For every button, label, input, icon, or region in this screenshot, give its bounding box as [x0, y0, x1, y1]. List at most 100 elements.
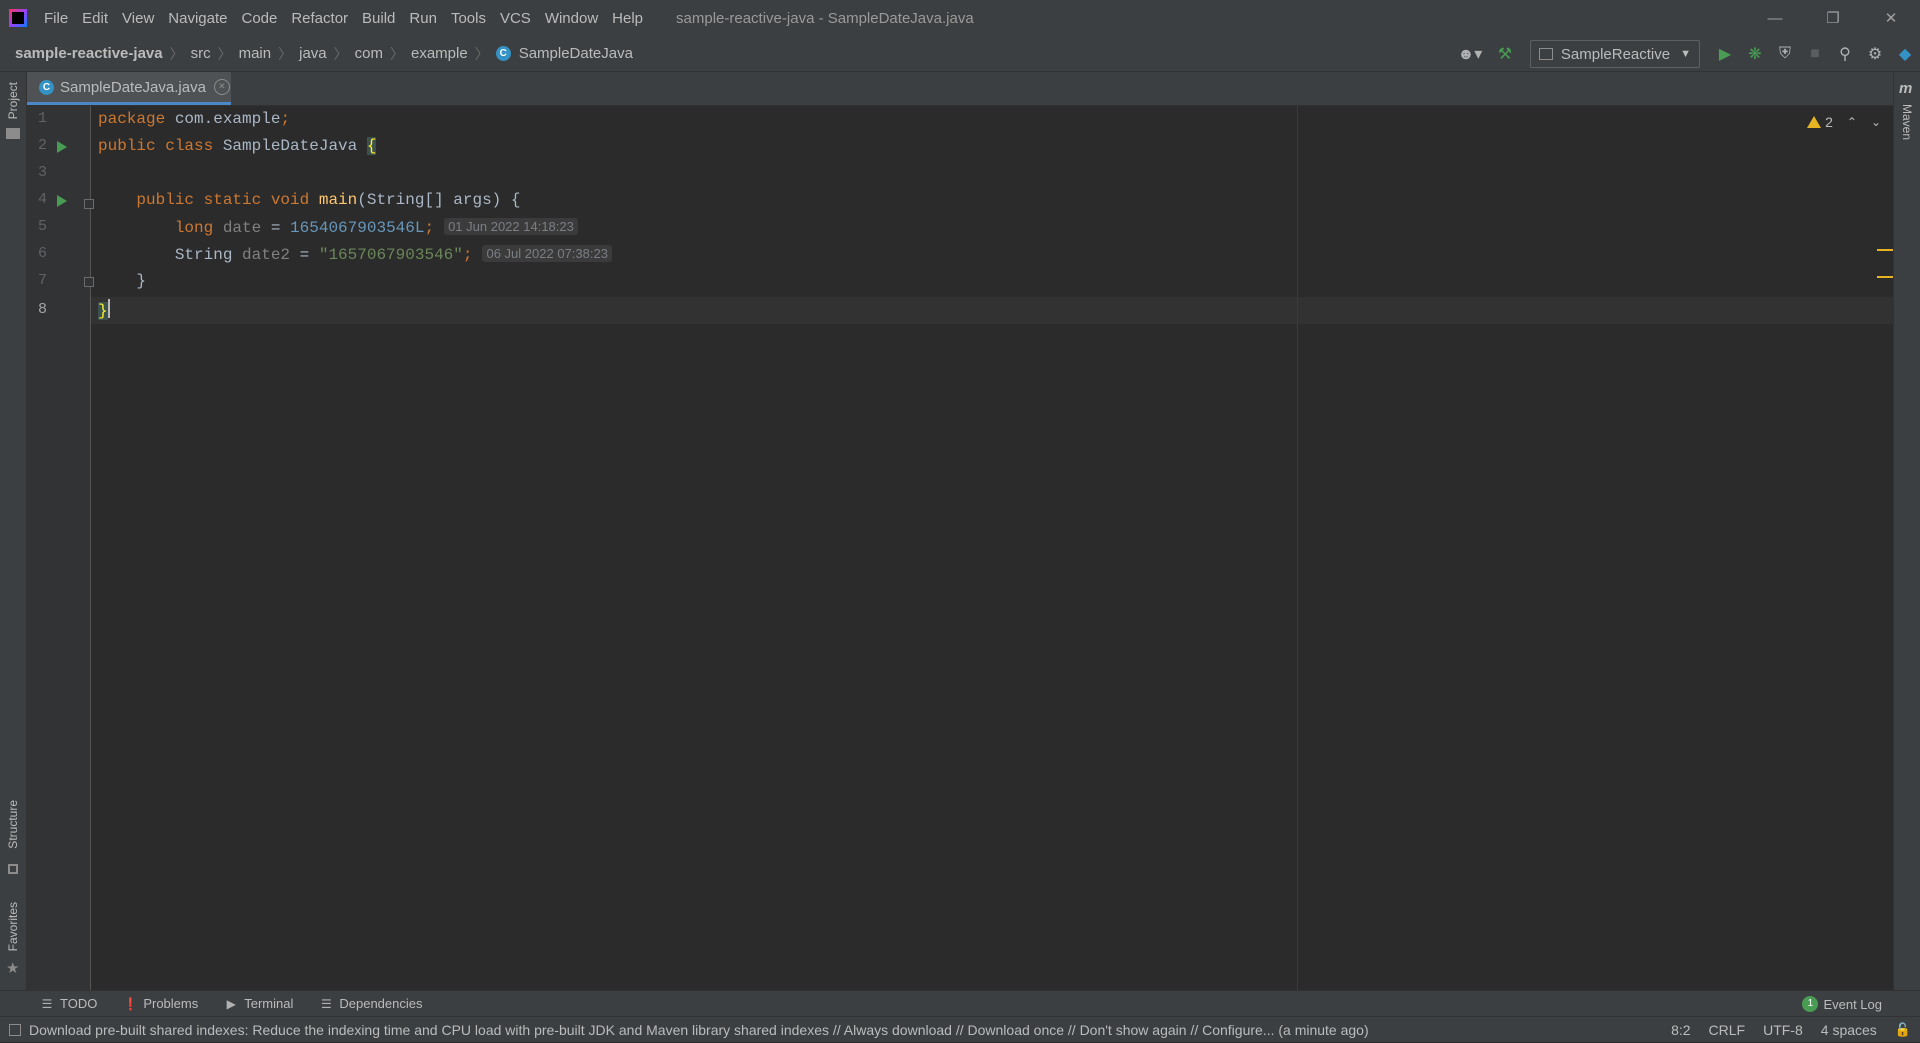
breadcrumb-separator-icon: 〉	[217, 45, 232, 62]
search-icon[interactable]: ⚲	[1830, 39, 1860, 69]
maven-tool-tab[interactable]: Maven	[1900, 104, 1914, 140]
user-vcs-icon[interactable]: ☻▾	[1450, 39, 1490, 69]
menu-vcs[interactable]: VCS	[493, 10, 538, 27]
intellij-logo-icon[interactable]	[9, 9, 27, 27]
problems-tool-tab[interactable]: ❗ Problems	[123, 996, 198, 1011]
gutter-divider	[90, 106, 91, 990]
breadcrumb-separator-icon: 〉	[169, 45, 184, 62]
run-configuration-select[interactable]: SampleReactive ▼	[1529, 40, 1700, 68]
menu-tools[interactable]: Tools	[444, 10, 493, 27]
menu-help[interactable]: Help	[605, 10, 650, 27]
type-name: String	[174, 246, 233, 264]
lock-icon[interactable]: 🔓	[1886, 1022, 1920, 1038]
text-caret	[107, 299, 110, 318]
event-log-button[interactable]: 1 Event Log	[1802, 991, 1882, 1017]
favorites-star-icon[interactable]: ★	[6, 959, 19, 977]
structure-tool-tab[interactable]: Structure	[6, 800, 20, 849]
terminal-label: Terminal	[244, 996, 294, 1011]
matched-brace: {	[366, 137, 377, 155]
warning-icon	[1807, 116, 1822, 128]
caret-position[interactable]: 8:2	[1662, 1022, 1699, 1038]
todo-tool-tab[interactable]: ☰ TODO	[40, 996, 98, 1011]
menu-refactor[interactable]: Refactor	[284, 10, 355, 27]
breadcrumb-java[interactable]: java	[295, 45, 331, 62]
project-folder-icon[interactable]	[6, 128, 20, 139]
next-highlight-icon[interactable]: ⌄	[1871, 115, 1881, 129]
inspection-widget[interactable]: 2 ⌃ ⌄	[1807, 114, 1881, 130]
menu-run[interactable]: Run	[402, 10, 444, 27]
class-name: SampleDateJava	[213, 137, 367, 155]
java-class-icon: C	[39, 79, 54, 95]
package-name: com.example	[165, 110, 281, 128]
maven-icon[interactable]: m	[1899, 80, 1912, 97]
run-class-gutter-icon[interactable]	[57, 141, 67, 153]
debug-bug-icon[interactable]: ❋	[1740, 39, 1770, 69]
run-icon[interactable]: ▶	[1710, 39, 1740, 69]
minimize-icon[interactable]: —	[1746, 0, 1804, 36]
chevron-down-icon: ▼	[1680, 48, 1691, 60]
code-line-7: }	[98, 272, 147, 290]
left-tool-strip: Project Structure Favorites ★	[0, 72, 27, 990]
breadcrumb-project[interactable]: sample-reactive-java	[0, 45, 167, 62]
dependencies-tool-tab[interactable]: ☰ Dependencies	[319, 996, 423, 1011]
close-window-icon[interactable]: ✕	[1862, 0, 1920, 36]
coverage-icon[interactable]: ⛨	[1770, 39, 1800, 69]
breadcrumb-example[interactable]: example	[407, 45, 472, 62]
line-separator[interactable]: CRLF	[1700, 1022, 1755, 1038]
breadcrumb-separator-icon: 〉	[474, 45, 489, 62]
breadcrumb-separator-icon: 〉	[389, 45, 404, 62]
project-tool-tab[interactable]: Project	[6, 82, 20, 119]
list-icon: ☰	[41, 996, 53, 1011]
indent-setting[interactable]: 4 spaces	[1812, 1022, 1886, 1038]
menu-navigate[interactable]: Navigate	[161, 10, 234, 27]
close-tab-icon[interactable]: ✕	[213, 79, 230, 95]
code-line-5: long date = 1654067903546L; 01 Jun 2022 1…	[98, 218, 578, 237]
breadcrumb-file[interactable]: SampleDateJava	[515, 45, 637, 62]
breadcrumb-main[interactable]: main	[235, 45, 276, 62]
line-number: 3	[37, 164, 47, 181]
semicolon: ;	[280, 110, 291, 128]
status-message[interactable]: Download pre-built shared indexes: Reduc…	[29, 1022, 1369, 1038]
main-toolbar: ☻▾ ⚒ SampleReactive ▼ ▶ ❋ ⛨ ■ ⚲ ⚙ ◆	[1450, 36, 1920, 72]
problems-icon: ❗	[123, 996, 139, 1011]
code-line-4: public static void main(String[] args) {	[98, 191, 520, 209]
previous-highlight-icon[interactable]: ⌃	[1847, 115, 1857, 129]
breadcrumb-src[interactable]: src	[187, 45, 215, 62]
editor-tab-bar: C SampleDateJava.java ✕	[27, 72, 1893, 106]
status-bar: Download pre-built shared indexes: Reduc…	[0, 1016, 1920, 1042]
fold-close-icon[interactable]	[84, 277, 94, 287]
code-editor[interactable]: 1 2 3 4 5 6 7 8 package com.example; pub…	[27, 106, 1893, 990]
structure-icon[interactable]	[8, 864, 18, 874]
run-main-gutter-icon[interactable]	[57, 195, 67, 207]
warning-stripe-mark[interactable]	[1877, 249, 1893, 251]
warning-stripe-mark[interactable]	[1877, 276, 1893, 278]
warning-count: 2	[1825, 114, 1833, 130]
java-class-icon: C	[495, 46, 511, 61]
line-number: 8	[37, 301, 47, 318]
tab-sampledatejava[interactable]: C SampleDateJava.java ✕	[27, 72, 231, 105]
date-inlay-hint: 06 Jul 2022 07:38:23	[482, 245, 612, 262]
menu-window[interactable]: Window	[538, 10, 605, 27]
toggle-tool-windows-icon[interactable]	[9, 1023, 21, 1036]
file-encoding[interactable]: UTF-8	[1754, 1022, 1812, 1038]
status-widgets: 8:2 CRLF UTF-8 4 spaces 🔓	[1662, 1017, 1920, 1043]
breadcrumb-com[interactable]: com	[351, 45, 387, 62]
build-hammer-icon[interactable]: ⚒	[1490, 39, 1520, 69]
settings-gear-icon[interactable]: ⚙	[1860, 39, 1890, 69]
jetbrains-toolbox-icon[interactable]: ◆	[1890, 39, 1920, 69]
stop-icon[interactable]: ■	[1800, 39, 1830, 69]
semicolon: ;	[462, 246, 473, 264]
operator: =	[261, 219, 291, 237]
menu-file[interactable]: File	[37, 10, 75, 27]
menu-build[interactable]: Build	[355, 10, 402, 27]
restore-icon[interactable]: ❐	[1804, 0, 1862, 36]
menu-code[interactable]: Code	[234, 10, 284, 27]
menu-view[interactable]: View	[115, 10, 161, 27]
favorites-tool-tab[interactable]: Favorites	[6, 902, 20, 951]
terminal-tool-tab[interactable]: ▶ Terminal	[224, 996, 294, 1011]
menu-edit[interactable]: Edit	[75, 10, 115, 27]
fold-open-icon[interactable]	[84, 199, 94, 209]
